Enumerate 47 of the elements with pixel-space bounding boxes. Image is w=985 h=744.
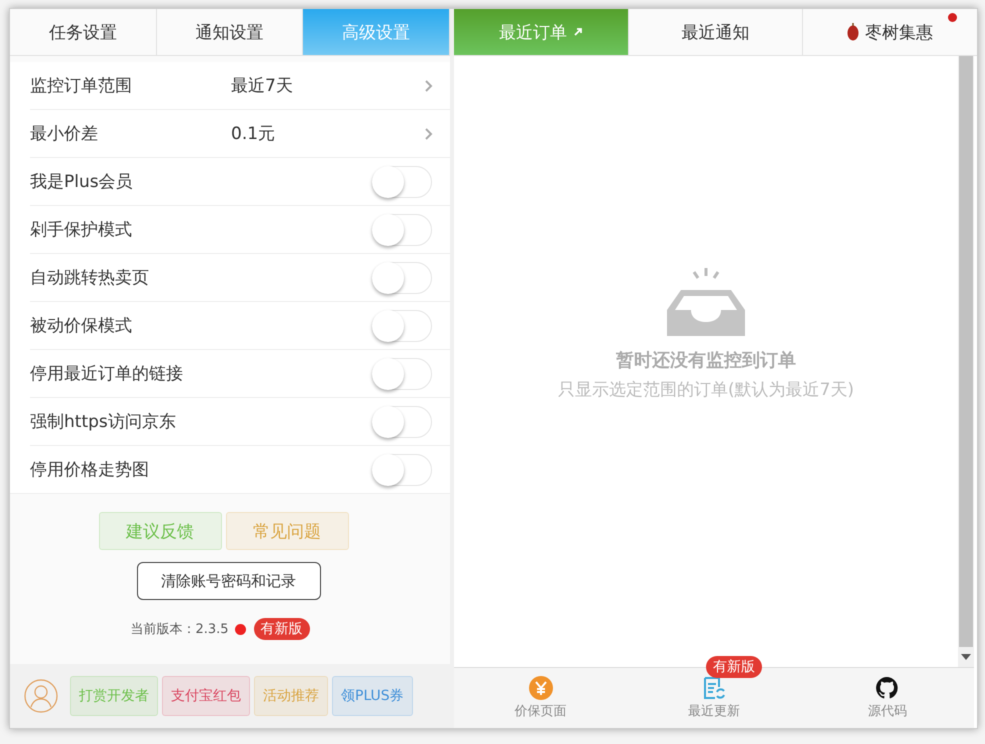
jujube-icon — [847, 23, 860, 41]
scrollbar[interactable] — [958, 56, 974, 667]
external-link-icon — [572, 27, 583, 37]
footer-button[interactable]: 打赏开发者 — [70, 676, 158, 716]
settings-tab[interactable]: 高级设置 — [303, 9, 450, 55]
setting-label: 最小价差 — [30, 123, 99, 145]
setting-label: 监控订单范围 — [30, 75, 133, 97]
orders-tab[interactable]: 最近订单 — [454, 9, 629, 55]
empty-title: 暂时还没有监控到订单 — [616, 349, 796, 372]
chevron-right-icon — [424, 126, 434, 140]
orders-tab[interactable]: 枣树集惠 — [803, 9, 978, 55]
setting-label: 自动跳转热卖页 — [30, 267, 150, 289]
version-text: 当前版本：2.3.5 — [130, 621, 229, 638]
chevron-right-icon — [424, 78, 434, 92]
setting-label: 剁手保护模式 — [30, 219, 133, 241]
setting-label: 我是Plus会员 — [30, 171, 134, 193]
clear-data-button[interactable]: 清除账号密码和记录 — [136, 562, 320, 600]
scroll-down-arrow-icon[interactable] — [961, 654, 971, 660]
toggle-switch[interactable] — [372, 454, 432, 486]
github-icon[interactable] — [875, 676, 900, 700]
footer-button[interactable]: 支付宝红包 — [162, 676, 250, 716]
toggle-switch[interactable] — [372, 406, 432, 438]
footer-link[interactable]: 价保页面 — [514, 702, 567, 720]
setting-value[interactable]: 最近7天 — [231, 74, 424, 97]
action-button[interactable]: 常见问题 — [226, 512, 348, 550]
avatar-icon[interactable] — [24, 679, 58, 713]
setting-label: 被动价保模式 — [30, 315, 133, 337]
toggle-switch[interactable] — [372, 214, 432, 246]
toggle-switch[interactable] — [372, 166, 432, 198]
toggle-switch[interactable] — [372, 358, 432, 390]
new-version-badge: 有新版 — [254, 618, 310, 640]
toggle-switch[interactable] — [372, 262, 432, 294]
setting-label: 停用价格走势图 — [30, 459, 150, 481]
action-button[interactable]: 建议反馈 — [98, 512, 222, 550]
footer-link[interactable]: 最近更新 — [688, 702, 740, 720]
footer-link[interactable]: 源代码 — [868, 702, 907, 720]
document-update-icon[interactable] — [702, 676, 726, 700]
yen-icon[interactable] — [528, 676, 553, 700]
toggle-switch[interactable] — [372, 310, 432, 342]
footer-button[interactable]: 活动推荐 — [254, 676, 328, 716]
orders-tab[interactable]: 最近通知 — [628, 9, 804, 55]
new-version-badge: 有新版 — [706, 656, 762, 678]
setting-value[interactable]: 0.1元 — [231, 122, 424, 145]
footer-button[interactable]: 领PLUS券 — [332, 676, 413, 716]
setting-label: 停用最近订单的链接 — [30, 363, 184, 385]
setting-label: 强制https访问京东 — [30, 411, 177, 433]
empty-subtitle: 只显示选定范围的订单(默认为最近7天) — [558, 379, 854, 401]
